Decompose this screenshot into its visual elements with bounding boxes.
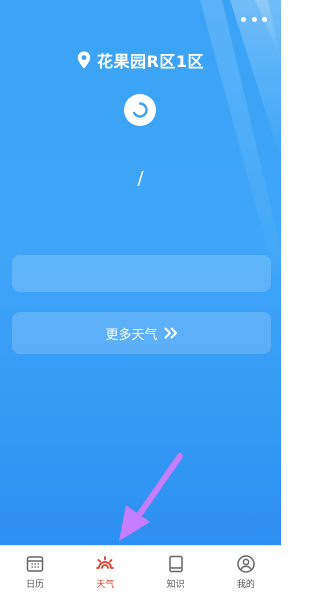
tab-calendar[interactable]: 日历 [0,546,70,598]
weather-main: 花果园R区1区 / 更多天气 [0,0,281,545]
location-header[interactable]: 花果园R区1区 [0,48,281,72]
location-pin-icon [77,51,91,69]
profile-icon [237,555,255,573]
tab-knowledge[interactable]: 知识 [141,546,211,598]
bottom-tab-bar: 日历 天气 知识 我的 [0,545,281,598]
tab-calendar-label: 日历 [26,580,45,590]
tab-profile-label: 我的 [236,580,255,590]
tab-weather-label: 天气 [96,580,115,590]
more-dots-icon[interactable] [241,12,267,26]
temperature-range: / [137,168,144,189]
double-chevron-right-icon [164,327,177,339]
location-name: 花果园R区1区 [97,52,204,71]
more-weather-label: 更多天气 [105,327,158,343]
weather-summary-bar [12,255,271,292]
book-icon [168,555,183,573]
more-weather-button[interactable]: 更多天气 [12,312,271,354]
tab-profile[interactable]: 我的 [211,546,281,598]
weather-sun-icon [96,556,115,569]
loading-icon [124,94,156,126]
tab-weather[interactable]: 天气 [70,546,140,598]
calendar-icon [26,556,44,572]
tab-knowledge-label: 知识 [166,580,185,590]
